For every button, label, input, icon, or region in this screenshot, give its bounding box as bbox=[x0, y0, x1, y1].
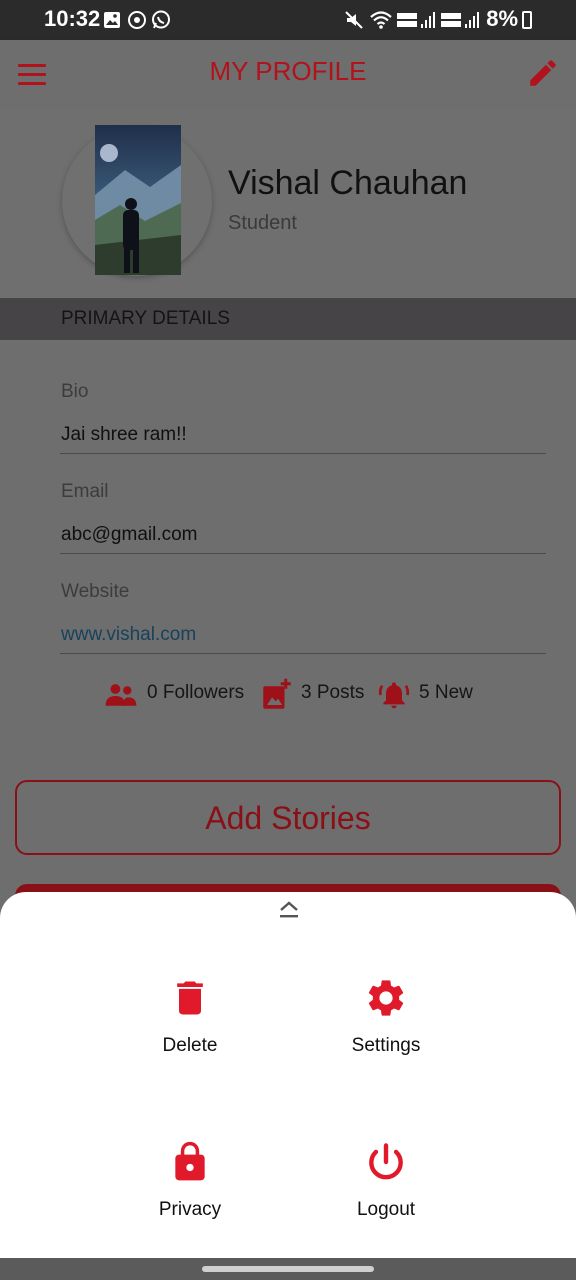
profile-name: Vishal Chauhan bbox=[228, 164, 468, 202]
edit-pencil-icon[interactable] bbox=[526, 56, 560, 90]
add-stories-label: Add Stories bbox=[205, 800, 371, 836]
page-title: MY PROFILE bbox=[209, 56, 367, 86]
chevron-up-icon[interactable] bbox=[278, 900, 300, 920]
stats-row: 0 Followers 3 Posts 5 New bbox=[0, 676, 576, 716]
notifications-count: 5 New bbox=[419, 682, 473, 703]
privacy-label: Privacy bbox=[158, 1199, 222, 1220]
signal-icon bbox=[421, 12, 435, 28]
whatsapp-notification-icon bbox=[152, 10, 170, 29]
add-photo-icon bbox=[263, 678, 291, 709]
followers-count: 0 Followers bbox=[147, 682, 245, 703]
battery-level: 8% bbox=[486, 6, 518, 31]
toolbar: MY PROFILE bbox=[0, 40, 576, 110]
power-icon bbox=[369, 1143, 403, 1180]
status-bar: 10:32 8% bbox=[0, 0, 576, 40]
primary-details-header: PRIMARY DETAILS bbox=[0, 298, 576, 340]
signal-2-icon bbox=[465, 12, 479, 28]
profile-header: Vishal Chauhan Student bbox=[0, 110, 576, 298]
logout-action[interactable]: Logout bbox=[296, 1140, 476, 1221]
website-label: Website bbox=[61, 581, 130, 602]
bottom-sheet: Delete Settings Privacy Logout bbox=[0, 892, 576, 1258]
delete-action[interactable]: Delete bbox=[100, 976, 280, 1057]
status-time: 10:32 bbox=[44, 6, 101, 31]
volte-5g-icon bbox=[397, 13, 417, 27]
email-value[interactable]: abc@gmail.com bbox=[61, 524, 198, 546]
system-nav-bar bbox=[0, 1258, 576, 1280]
avatar[interactable] bbox=[95, 125, 181, 275]
followers-icon bbox=[105, 684, 137, 706]
logout-label: Logout bbox=[356, 1199, 416, 1220]
volte-lte2-icon bbox=[441, 13, 461, 27]
email-label: Email bbox=[61, 481, 109, 502]
bio-value[interactable]: Jai shree ram!! bbox=[61, 424, 187, 446]
website-divider bbox=[60, 653, 546, 654]
posts-count: 3 Posts bbox=[301, 682, 365, 703]
delete-label: Delete bbox=[162, 1035, 218, 1056]
settings-action[interactable]: Settings bbox=[296, 976, 476, 1057]
email-divider bbox=[60, 553, 546, 554]
profile-role: Student bbox=[228, 212, 297, 234]
trash-icon bbox=[177, 981, 203, 1015]
settings-label: Settings bbox=[351, 1035, 421, 1056]
privacy-action[interactable]: Privacy bbox=[100, 1140, 280, 1221]
gear-icon bbox=[368, 980, 404, 1016]
wifi-icon bbox=[370, 11, 392, 29]
lock-icon bbox=[175, 1141, 205, 1181]
gallery-notification-icon bbox=[104, 12, 120, 28]
sync-notification-icon bbox=[128, 11, 146, 29]
bio-divider bbox=[60, 453, 546, 454]
section-title: PRIMARY DETAILS bbox=[61, 308, 230, 329]
battery-icon bbox=[522, 11, 532, 29]
add-stories-button[interactable]: Add Stories bbox=[15, 780, 561, 855]
home-gesture-handle[interactable] bbox=[202, 1266, 374, 1272]
bell-alert-icon bbox=[378, 682, 410, 709]
website-link[interactable]: www.vishal.com bbox=[61, 624, 196, 646]
mute-icon bbox=[345, 11, 363, 29]
bio-label: Bio bbox=[61, 381, 89, 402]
